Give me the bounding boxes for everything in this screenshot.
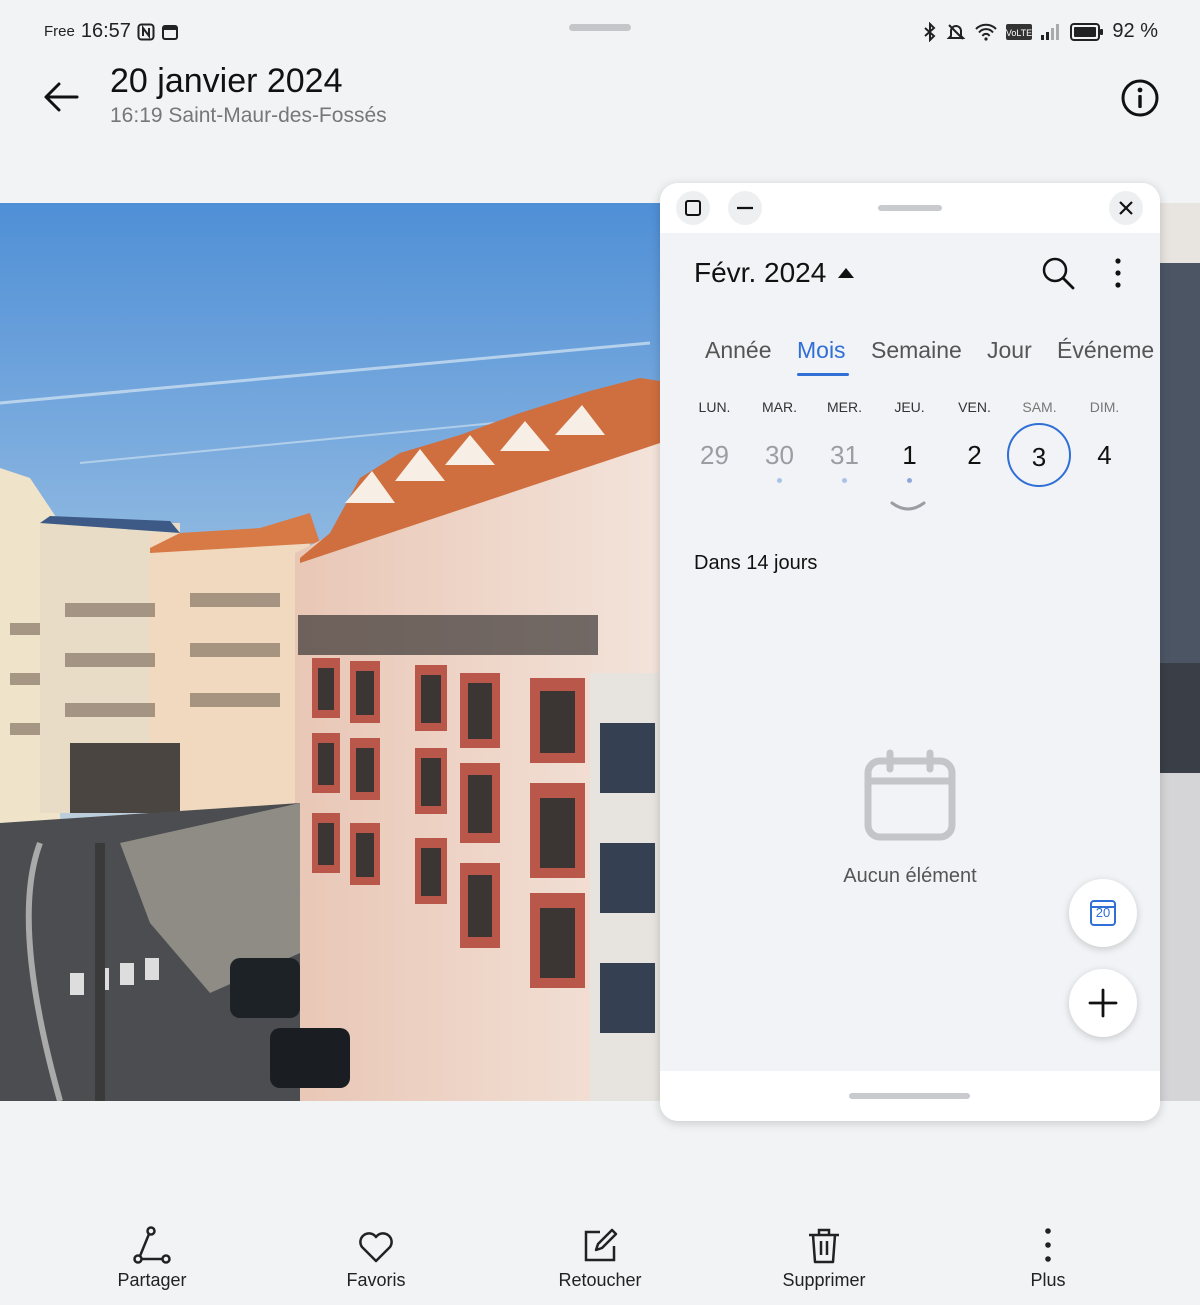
- tab-mois[interactable]: Mois: [797, 337, 846, 364]
- close-window-button[interactable]: [1109, 191, 1143, 225]
- empty-calendar-icon: [864, 749, 956, 841]
- close-icon: [1119, 201, 1133, 215]
- share-label: Partager: [117, 1270, 187, 1290]
- square-icon: [685, 200, 701, 216]
- add-event-button[interactable]: [1069, 969, 1137, 1037]
- back-button[interactable]: [36, 74, 86, 120]
- edit-label: Retoucher: [558, 1270, 642, 1290]
- status-left: Free 16:57: [44, 20, 179, 43]
- caret-up-icon: [838, 268, 855, 278]
- mute-bell-icon: [946, 23, 966, 40]
- info-button[interactable]: [1120, 78, 1160, 118]
- favorite-button[interactable]: Favoris: [296, 1218, 456, 1291]
- today-calendar-icon: 20: [1090, 900, 1116, 926]
- month-selector[interactable]: Févr. 2024: [694, 257, 855, 289]
- tab-jour[interactable]: Jour: [987, 337, 1032, 364]
- plus-icon: [1088, 988, 1118, 1018]
- search-icon: [1042, 257, 1075, 290]
- active-tab-indicator: [797, 373, 849, 376]
- wifi-icon: [975, 23, 998, 41]
- more-vertical-icon: [1115, 258, 1121, 288]
- favorite-label: Favoris: [346, 1270, 406, 1290]
- more-vertical-icon: [1045, 1228, 1051, 1262]
- minimize-window-button[interactable]: [728, 191, 762, 225]
- calendar-search-button[interactable]: [1040, 255, 1076, 291]
- weekday-label: MAR.: [762, 399, 797, 415]
- status-clock: 16:57: [80, 20, 131, 42]
- delete-button[interactable]: Supprimer: [744, 1218, 904, 1291]
- month-title: Févr. 2024: [694, 257, 827, 288]
- weekday-label: JEU.: [894, 399, 925, 415]
- info-icon: [1121, 79, 1159, 117]
- arrow-left-icon: [44, 82, 79, 112]
- weekday-label: MER.: [827, 399, 862, 415]
- status-bar: Free 16:57 VoLTE 92 %: [0, 0, 1200, 64]
- tab-annee[interactable]: Année: [705, 337, 772, 364]
- day-cell[interactable]: 29: [682, 423, 747, 487]
- more-label: Plus: [1030, 1270, 1066, 1290]
- minus-icon: [737, 206, 753, 210]
- share-button[interactable]: Partager: [72, 1218, 232, 1291]
- photo-toolbar: Partager Favoris Retoucher Supprimer Plu…: [0, 1218, 1200, 1298]
- calendar-more-button[interactable]: [1106, 255, 1130, 291]
- tab-evenements[interactable]: Événeme: [1057, 337, 1154, 364]
- day-cell[interactable]: 4: [1072, 423, 1137, 487]
- event-dot: [777, 478, 782, 483]
- nfc-icon: [137, 23, 155, 40]
- trash-icon: [809, 1228, 839, 1264]
- view-tabs: Année Mois Semaine Jour Événeme: [705, 337, 1160, 381]
- weekday-label: SAM.: [1022, 399, 1057, 415]
- bluetooth-icon: [924, 21, 936, 42]
- weekday-label: VEN.: [958, 399, 991, 415]
- window-title-bar: [660, 183, 1160, 233]
- delete-label: Supprimer: [782, 1270, 866, 1290]
- relative-date-label: Dans 14 jours: [694, 552, 818, 574]
- photo-date-title: 20 janvier 2024: [110, 62, 343, 100]
- week-row: 29 30 31 1 2 3 4: [682, 423, 1152, 493]
- window-drag-handle[interactable]: [878, 205, 942, 211]
- battery-percent: 92 %: [1112, 20, 1158, 42]
- day-cell[interactable]: 2: [942, 423, 1007, 487]
- battery-icon: [1070, 22, 1104, 41]
- tab-semaine[interactable]: Semaine: [871, 337, 962, 364]
- weekday-label: DIM.: [1089, 399, 1120, 415]
- more-button[interactable]: Plus: [968, 1218, 1128, 1291]
- edit-icon: [584, 1228, 618, 1262]
- carrier-label: Free: [44, 23, 75, 40]
- window-resize-handle[interactable]: [849, 1093, 970, 1099]
- weekday-label: LUN.: [698, 399, 731, 415]
- event-dot: [907, 478, 912, 483]
- svg-text:VoLTE: VoLTE: [1006, 28, 1032, 38]
- event-dot: [842, 478, 847, 483]
- chevron-down-icon[interactable]: [888, 499, 928, 515]
- multiwindow-handle[interactable]: [569, 24, 631, 31]
- go-to-today-button[interactable]: 20: [1069, 879, 1137, 947]
- calendar-notification-icon: [161, 24, 178, 40]
- day-cell-selected[interactable]: 3: [1007, 423, 1071, 487]
- maximize-window-button[interactable]: [676, 191, 710, 225]
- share-icon: [133, 1226, 171, 1264]
- weekday-header: LUN. MAR. MER. JEU. VEN. SAM. DIM.: [682, 399, 1152, 419]
- today-day-number: 20: [1095, 905, 1111, 920]
- calendar-floating-window: Févr. 2024 Année Mois Semaine Jour Événe…: [660, 183, 1160, 1121]
- window-bottom-bar: [660, 1071, 1160, 1121]
- heart-icon: [359, 1232, 393, 1263]
- signal-icon: [1041, 23, 1060, 40]
- photo-time-location: 16:19 Saint-Maur-des-Fossés: [110, 104, 387, 127]
- volte-icon: VoLTE: [1006, 23, 1033, 40]
- status-right: VoLTE 92 %: [922, 20, 1158, 43]
- edit-button[interactable]: Retoucher: [520, 1218, 680, 1291]
